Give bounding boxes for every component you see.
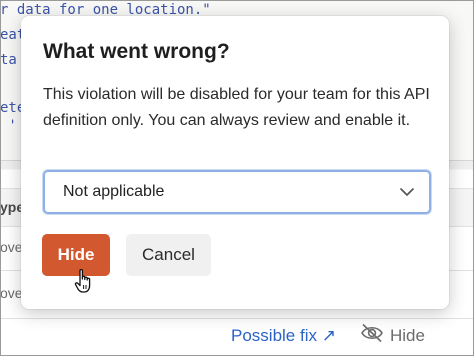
table-cell: ove <box>0 239 23 255</box>
cancel-button[interactable]: Cancel <box>126 234 211 276</box>
dialog-title: What went wrong? <box>43 40 230 63</box>
table-cell: ove <box>0 285 23 301</box>
what-went-wrong-dialog: What went wrong? This violation will be … <box>21 16 449 309</box>
dialog-description: This violation will be disabled for your… <box>43 86 430 129</box>
chevron-down-icon <box>399 187 415 197</box>
code-line: ' <box>0 118 17 134</box>
eye-slash-icon <box>360 323 384 348</box>
code-line: ta <box>0 52 17 68</box>
reason-select-value: Not applicable <box>63 183 165 200</box>
reason-select[interactable]: Not applicable <box>43 170 431 214</box>
possible-fix-link[interactable]: Possible fix ↗ <box>231 326 336 346</box>
hide-violation-button[interactable]: Hide <box>360 323 425 348</box>
hide-button[interactable]: Hide <box>42 234 110 276</box>
arrow-up-right-icon: ↗ <box>321 326 336 345</box>
hide-violation-label: Hide <box>390 325 425 345</box>
possible-fix-label: Possible fix <box>231 326 317 345</box>
